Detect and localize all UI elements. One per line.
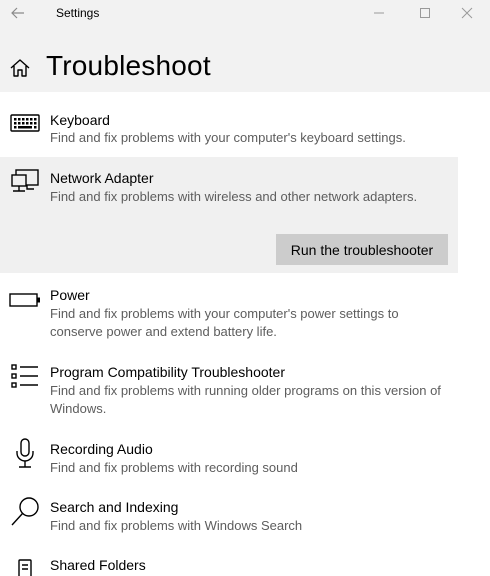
shared-folders-icon xyxy=(8,553,42,576)
search-icon xyxy=(8,495,42,529)
list-item-recording-audio[interactable]: Recording Audio Find and fix problems wi… xyxy=(0,437,458,481)
app-title: Settings xyxy=(56,6,100,20)
maximize-button[interactable] xyxy=(402,0,448,26)
network-adapter-icon xyxy=(8,165,42,199)
item-description: Find and fix problems with running older… xyxy=(50,383,441,416)
item-name: Keyboard xyxy=(50,112,110,128)
microphone-icon xyxy=(8,437,42,471)
item-description: Find and fix problems with Windows Searc… xyxy=(50,518,303,533)
item-name: Search and Indexing xyxy=(50,499,179,515)
item-description: Find and fix problems with recording sou… xyxy=(50,460,298,475)
item-name: Power xyxy=(50,287,90,303)
maximize-icon xyxy=(420,8,430,18)
minimize-icon xyxy=(374,12,384,14)
item-name: Shared Folders xyxy=(50,557,146,573)
list-item-shared-folders[interactable]: Shared Folders xyxy=(0,553,458,576)
item-description: Find and fix problems with wireless and … xyxy=(50,189,418,204)
back-arrow-icon xyxy=(11,7,24,19)
run-troubleshooter-button[interactable]: Run the troubleshooter xyxy=(276,234,448,265)
back-button[interactable] xyxy=(0,0,36,26)
item-name: Program Compatibility Troubleshooter xyxy=(50,364,285,380)
page-title: Troubleshoot xyxy=(46,50,211,81)
list-item-search-indexing[interactable]: Search and Indexing Find and fix problem… xyxy=(0,495,458,539)
keyboard-icon xyxy=(8,106,42,140)
title-bar: Settings Troubleshoot xyxy=(0,0,490,92)
list-icon xyxy=(8,360,42,394)
list-item-power[interactable]: Power Find and fix problems with your co… xyxy=(0,283,458,345)
list-item-program-compatibility[interactable]: Program Compatibility Troubleshooter Fin… xyxy=(0,360,458,422)
battery-icon xyxy=(8,283,42,317)
page-header: Troubleshoot xyxy=(0,48,490,88)
item-description: Find and fix problems with your computer… xyxy=(50,130,406,145)
close-button[interactable] xyxy=(444,0,490,26)
home-icon[interactable] xyxy=(9,58,31,83)
item-name: Recording Audio xyxy=(50,441,153,457)
minimize-button[interactable] xyxy=(356,0,402,26)
close-icon xyxy=(461,7,473,19)
list-item-keyboard[interactable]: Keyboard Find and fix problems with your… xyxy=(0,104,458,156)
item-description: Find and fix problems with your computer… xyxy=(50,306,399,339)
item-name: Network Adapter xyxy=(50,170,154,186)
